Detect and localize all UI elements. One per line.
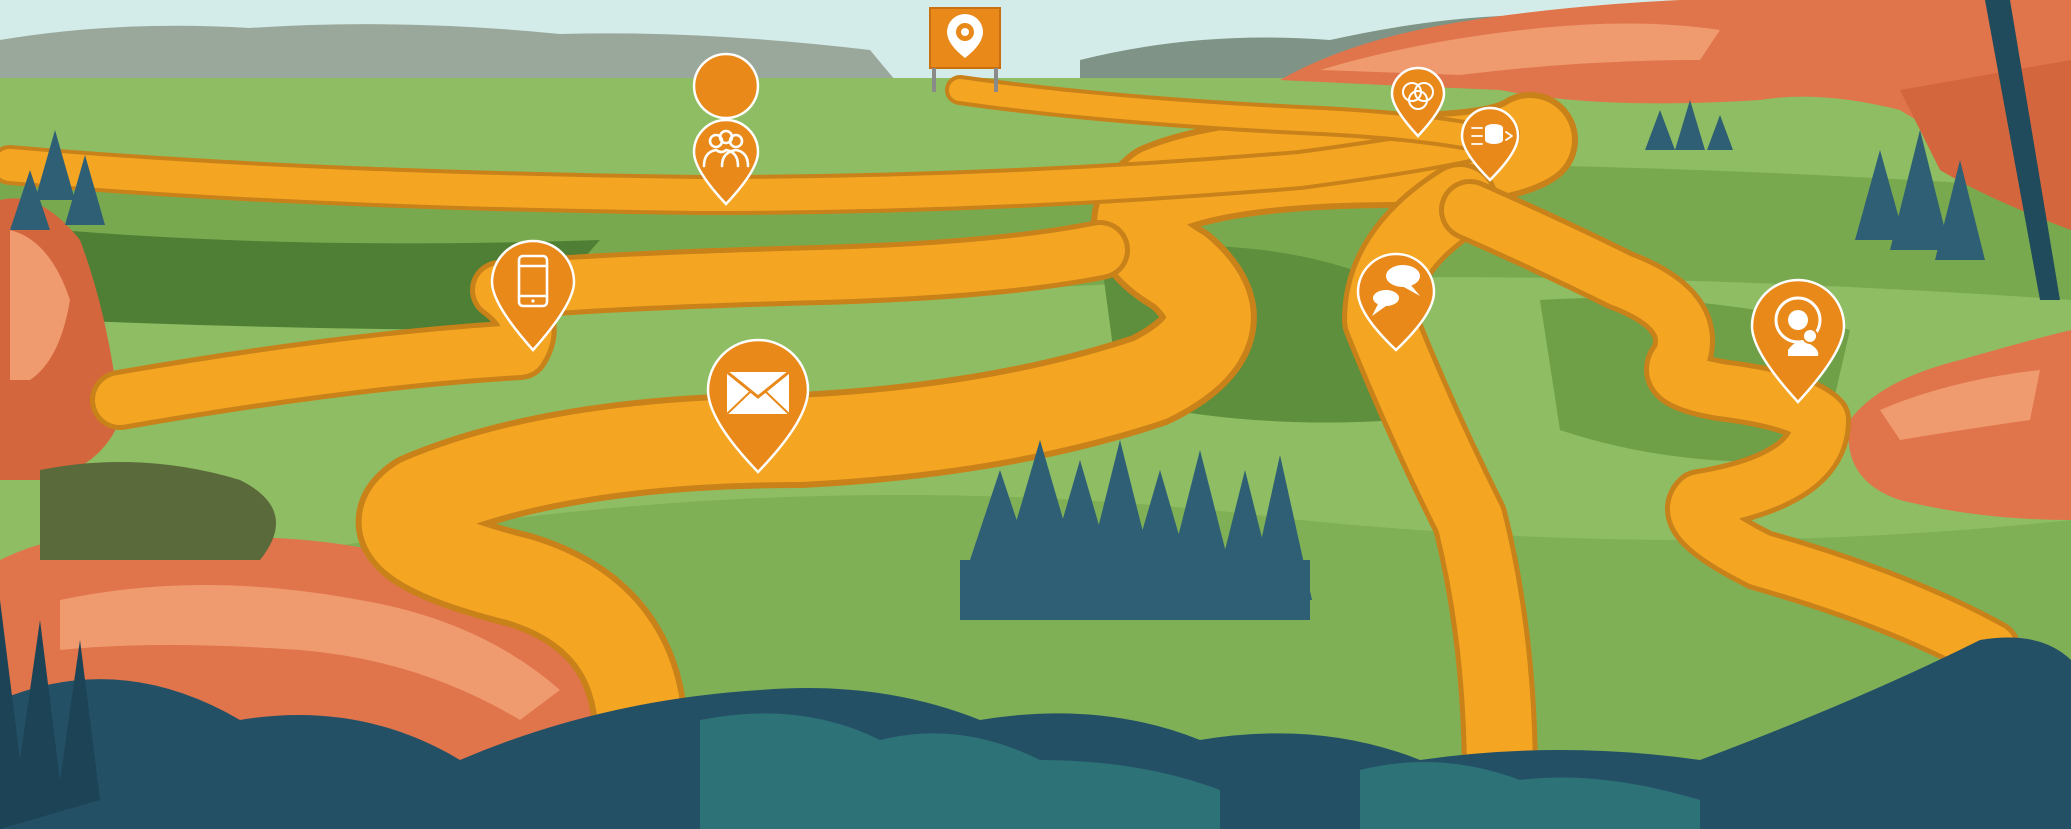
envelope-icon: [726, 370, 790, 415]
journey-landscape-illustration: [0, 0, 2071, 829]
